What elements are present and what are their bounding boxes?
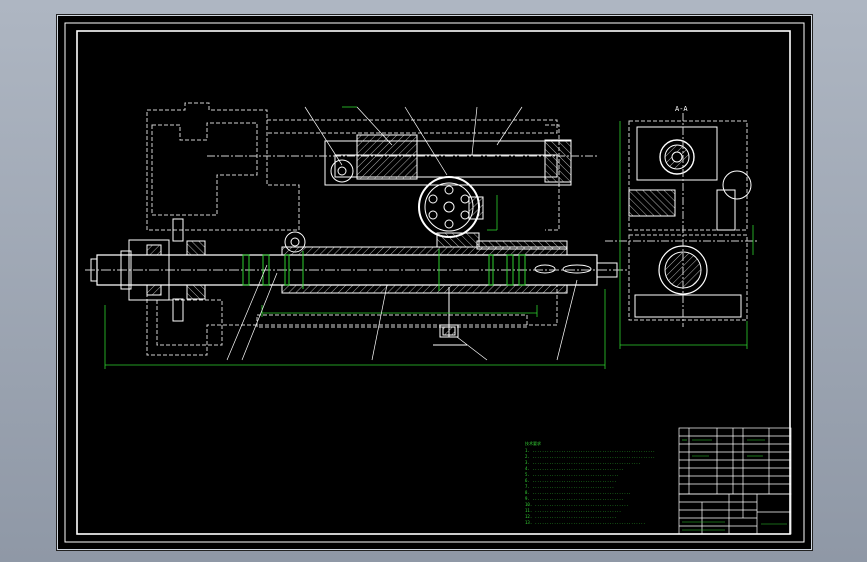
- side-base: [634, 294, 742, 318]
- note-7: 7. ..................................: [525, 484, 614, 489]
- dimension-lines: [104, 106, 606, 369]
- chain-hatch: [356, 134, 418, 180]
- note-11: 11. ....................................: [525, 508, 621, 513]
- drive-sprocket: [330, 159, 354, 183]
- gear-hole-2: [460, 194, 470, 204]
- note-8: 8. .....................................…: [525, 490, 631, 495]
- drive-sprocket-hub: [337, 166, 347, 176]
- cad-viewport[interactable]: A-A 技术要求 1. ............................…: [0, 0, 867, 562]
- side-worm-hatch: [628, 189, 676, 217]
- title-block: [678, 427, 792, 535]
- sleeve-bottom-hatch: [281, 284, 568, 294]
- note-9: 9. .....................................…: [525, 496, 624, 501]
- gear-hole-5: [428, 210, 438, 220]
- gear-hole-1: [444, 185, 454, 195]
- note-1: 1. .....................................…: [525, 448, 655, 453]
- left-spacer-top: [186, 240, 206, 256]
- note-13: 13. ....................................…: [525, 520, 645, 525]
- note-6: 6. ...................................: [525, 478, 617, 483]
- housing-top-rail: [267, 119, 558, 134]
- gear-hole-4: [444, 219, 454, 229]
- note-3: 3. .....................................…: [525, 460, 641, 465]
- notes-heading: 技术要求: [525, 440, 541, 446]
- bom-scribble: [682, 439, 787, 531]
- note-2: 2. .....................................…: [525, 454, 655, 459]
- worm-gear-inner: [424, 182, 474, 232]
- note-10: 10. ....................................…: [525, 502, 629, 507]
- title-table: [678, 493, 792, 535]
- keyway-slot-1: [534, 264, 556, 274]
- gear-teeth-hatch: [468, 196, 484, 220]
- technical-notes: 技术要求 1. ................................…: [525, 440, 655, 525]
- keyway-slot-2: [562, 264, 592, 274]
- gear-hole-3: [460, 210, 470, 220]
- side-worm-gear-hub: [671, 151, 683, 163]
- section-label: A-A: [675, 105, 688, 113]
- left-bearing-hatch-top: [146, 244, 162, 256]
- handwheel-hatch: [442, 326, 456, 336]
- note-4: 4. .....................................…: [525, 466, 624, 471]
- worm-gear-hub: [443, 201, 455, 213]
- side-flange-right: [716, 189, 736, 231]
- side-view-a-a: A-A: [605, 105, 757, 349]
- drawing-sheet[interactable]: A-A 技术要求 1. ............................…: [56, 14, 813, 551]
- gear-hole-6: [428, 194, 438, 204]
- main-section-view: [85, 102, 627, 369]
- note-12: 12. ..................................: [525, 514, 617, 519]
- housing-inner: [151, 122, 258, 216]
- housing-outline: [146, 102, 300, 231]
- note-5: 5. ....................................: [525, 472, 619, 477]
- drawing-canvas[interactable]: A-A 技术要求 1. ............................…: [57, 15, 812, 550]
- chain-block: [544, 139, 572, 183]
- left-spacer-bot: [186, 284, 206, 300]
- housing-foot: [156, 299, 223, 346]
- gear-mount-hatch: [436, 232, 480, 248]
- left-bearing-hatch-bot: [146, 284, 162, 296]
- left-lower-stud: [172, 298, 184, 322]
- rack-hatch: [476, 240, 568, 250]
- pinion-left-hub: [290, 237, 300, 247]
